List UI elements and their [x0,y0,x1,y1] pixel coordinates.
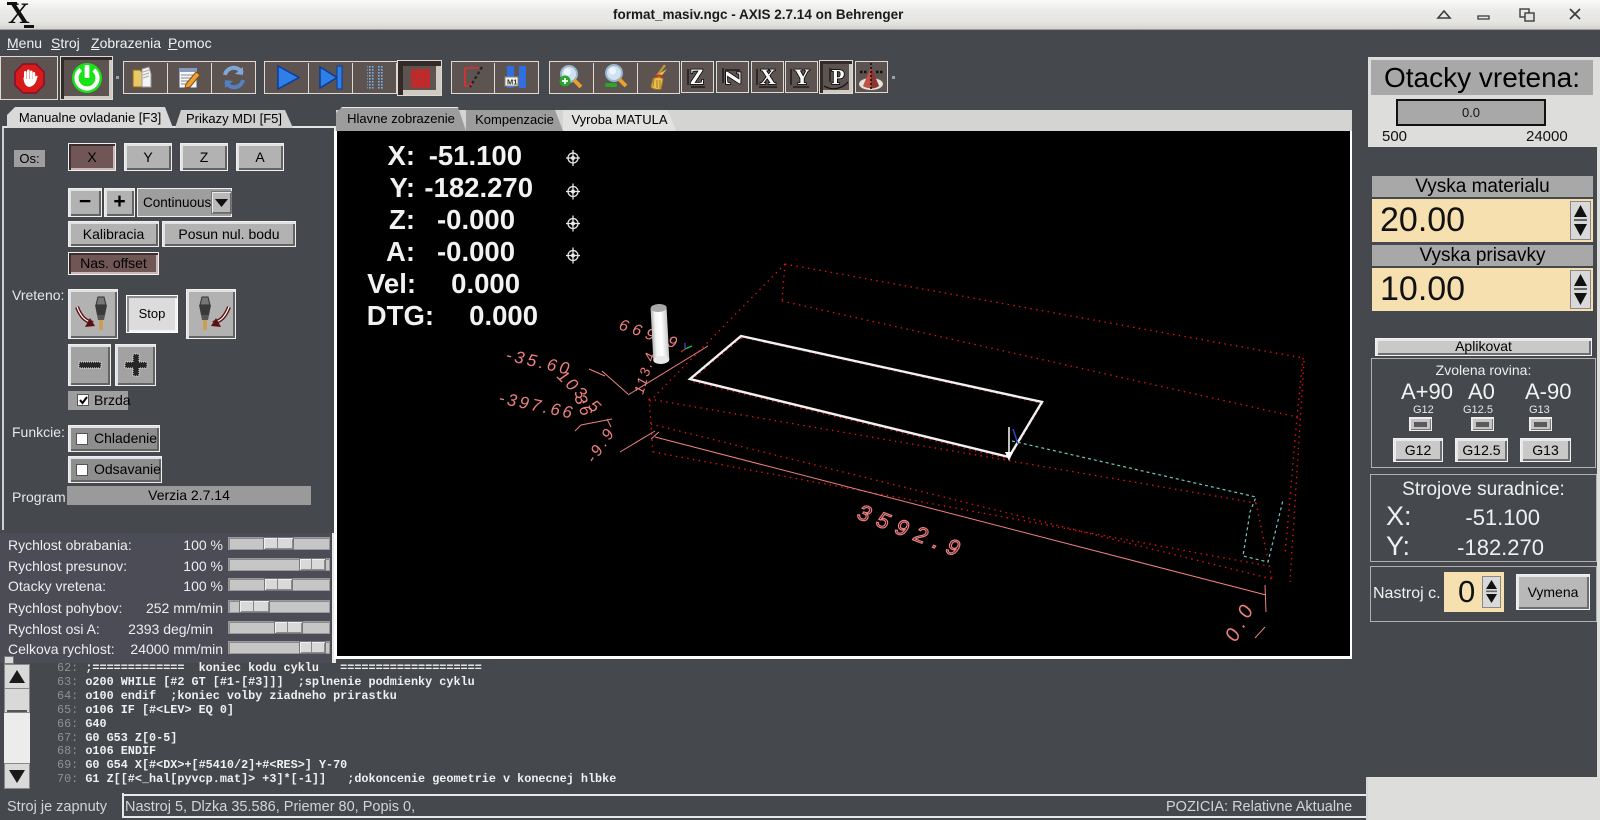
svg-text:Z:: Z: [389,204,415,235]
svg-text:-51.100: -51.100 [429,140,522,171]
svg-text:Z: Z [721,71,746,86]
svg-text:DTG:: DTG: [367,300,434,331]
svg-text:A:: A: [386,236,415,267]
svg-text:Y: Y [794,64,810,89]
svg-text:-397.66: -397.66 [497,388,577,423]
svg-text:0.0: 0.0 [1221,597,1261,645]
svg-text:0.000: 0.000 [469,300,538,331]
svg-text:Z: Z [690,64,705,89]
svg-text:Vel:: Vel: [367,268,416,299]
svg-text:669.9: 669.9 [617,317,684,354]
svg-text:-0.000: -0.000 [437,236,515,267]
svg-text:0.000: 0.000 [451,268,520,299]
svg-text:-9.9: -9.9 [583,424,619,466]
svg-text:-0.000: -0.000 [437,204,515,235]
svg-text:X: X [760,64,776,89]
svg-text:Y:: Y: [390,172,415,203]
svg-text:X:: X: [388,140,416,171]
svg-text:P: P [832,65,845,89]
svg-text:M1: M1 [507,78,517,87]
svg-text:3592.9: 3592.9 [854,499,971,564]
svg-text:-182.270: -182.270 [424,172,533,203]
